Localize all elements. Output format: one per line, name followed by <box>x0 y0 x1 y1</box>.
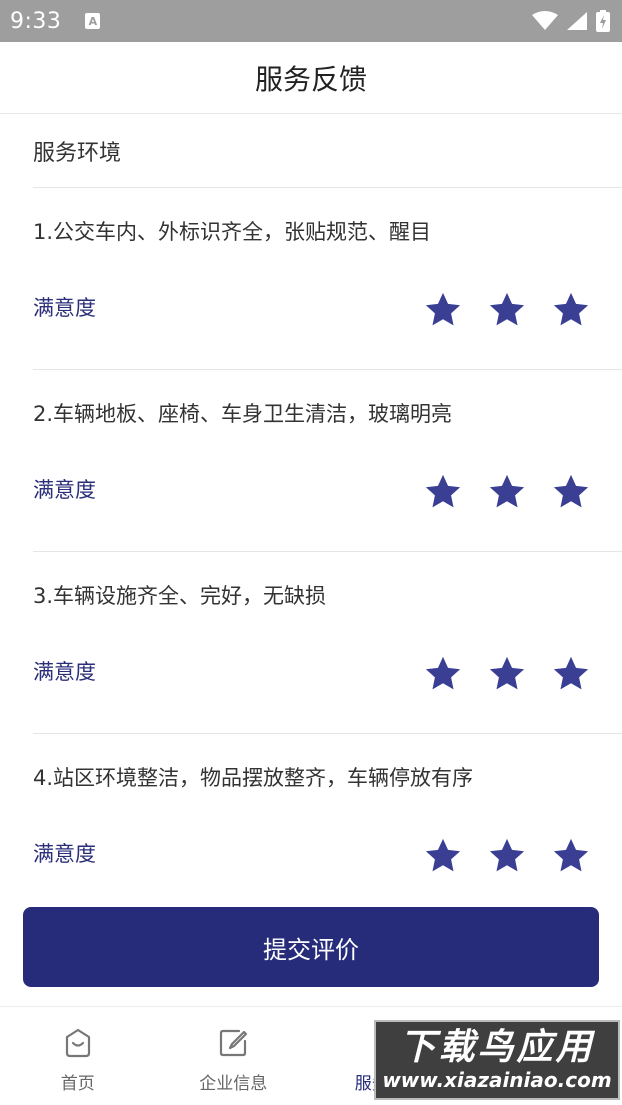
wifi-icon <box>532 11 558 30</box>
page-title: 服务反馈 <box>254 62 367 96</box>
question-4: 4.站区环境整洁，物品摆放整齐，车辆停放有序 满意度 <box>33 734 622 916</box>
star-icon[interactable] <box>424 291 462 329</box>
home-icon <box>65 1028 90 1058</box>
status-time: 9:33 <box>10 8 62 34</box>
question-text: 1.公交车内、外标识齐全，张贴规范、醒目 <box>33 220 432 244</box>
question-text: 2.车辆地板、座椅、车身卫生清洁，玻璃明亮 <box>33 402 453 426</box>
question-2: 2.车辆地板、座椅、车身卫生清洁，玻璃明亮 满意度 <box>33 370 622 552</box>
submit-rating-button[interactable]: 提交评价 <box>23 907 599 987</box>
star-icon[interactable] <box>552 655 590 693</box>
signal-icon <box>567 12 587 30</box>
star-icon[interactable] <box>488 473 526 511</box>
status-bar: 9:33 A <box>0 0 622 42</box>
watermark-logo: 下载鸟应用 www.xiazainiao.com <box>374 1020 620 1100</box>
star-icon[interactable] <box>424 655 462 693</box>
satisfaction-label: 满意度 <box>33 842 96 866</box>
nav-label: 企业信息 <box>199 1074 268 1094</box>
satisfaction-label: 满意度 <box>33 660 96 684</box>
star-icon[interactable] <box>552 837 590 875</box>
app-header: 服务反馈 <box>0 42 622 114</box>
nav-item-company-info[interactable]: 企业信息 <box>156 1007 312 1105</box>
nav-item-home[interactable]: 首页 <box>0 1007 156 1105</box>
star-icon[interactable] <box>488 291 526 329</box>
question-text: 4.站区环境整洁，物品摆放整齐，车辆停放有序 <box>33 766 474 790</box>
star-icon[interactable] <box>488 837 526 875</box>
feedback-form: 服务环境 1.公交车内、外标识齐全，张贴规范、醒目 满意度 2.车辆地板、座椅、… <box>0 115 622 916</box>
star-icon[interactable] <box>488 655 526 693</box>
watermark-title: 下载鸟应用 <box>399 1027 595 1068</box>
satisfaction-label: 满意度 <box>33 478 96 502</box>
question-text: 3.车辆设施齐全、完好，无缺损 <box>33 584 327 608</box>
status-icons <box>532 10 610 32</box>
star-rating <box>424 655 590 693</box>
star-icon[interactable] <box>552 473 590 511</box>
screen: 9:33 A 服务反馈 服务环境 1.公交车内、外标识齐全，张贴规范、醒目 满意… <box>0 0 622 1105</box>
section-title: 服务环境 <box>33 115 622 188</box>
question-1: 1.公交车内、外标识齐全，张贴规范、醒目 满意度 <box>33 188 622 370</box>
nav-label: 首页 <box>60 1074 95 1094</box>
star-icon[interactable] <box>424 837 462 875</box>
star-icon[interactable] <box>424 473 462 511</box>
star-rating <box>424 291 590 329</box>
star-icon[interactable] <box>552 291 590 329</box>
battery-icon <box>596 10 610 32</box>
question-3: 3.车辆设施齐全、完好，无缺损 满意度 <box>33 552 622 734</box>
keyboard-notification-icon: A <box>85 13 101 29</box>
watermark-url: www.xiazainiao.com <box>382 1068 612 1092</box>
star-rating <box>424 473 590 511</box>
star-rating <box>424 837 590 875</box>
satisfaction-label: 满意度 <box>33 296 96 320</box>
edit-icon <box>220 1029 248 1057</box>
